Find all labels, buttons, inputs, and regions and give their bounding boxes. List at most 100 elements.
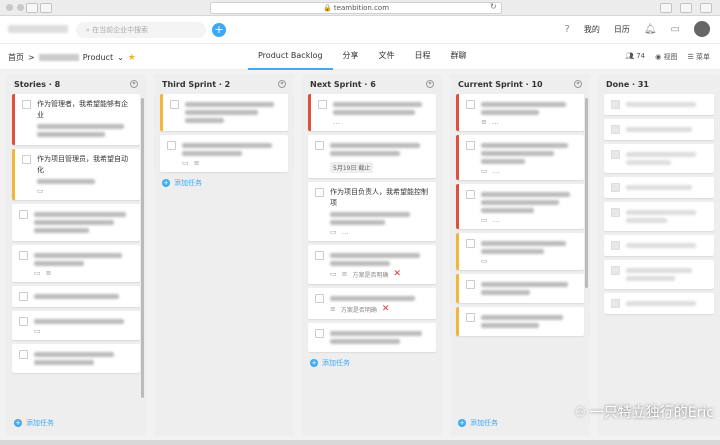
task-card[interactable]: ≡ 方案是否明确 ✕: [308, 288, 436, 319]
new-tab-button[interactable]: [700, 3, 712, 13]
tab-schedule[interactable]: 日程: [405, 44, 441, 70]
task-checkbox[interactable]: [19, 317, 28, 326]
task-card[interactable]: 作为管理者，我希望能够有企业: [12, 94, 140, 145]
task-card[interactable]: [604, 94, 714, 115]
breadcrumb-project[interactable]: Product: [83, 53, 113, 62]
task-checkbox[interactable]: [466, 280, 475, 289]
task-checkbox[interactable]: [466, 100, 475, 109]
help-icon[interactable]: ?: [565, 24, 570, 35]
task-checkbox[interactable]: [611, 266, 620, 275]
add-task-button[interactable]: + 添加任务: [14, 418, 54, 428]
task-card[interactable]: 作为项目负责人，我希望能控制项 ▭…: [308, 182, 436, 241]
task-checkbox[interactable]: [611, 299, 620, 308]
task-checkbox[interactable]: [466, 141, 475, 150]
tab-files[interactable]: 文件: [369, 44, 405, 70]
calendar-link[interactable]: 日历: [614, 24, 630, 35]
share-button[interactable]: [660, 3, 672, 13]
bell-icon[interactable]: 🔔︎: [644, 24, 657, 35]
task-checkbox[interactable]: [315, 294, 324, 303]
horizontal-scrollbar[interactable]: [0, 440, 720, 445]
add-task-button[interactable]: + 添加任务: [162, 178, 286, 188]
task-card[interactable]: ▭: [456, 233, 584, 270]
task-card[interactable]: 5月19日 截止: [308, 135, 436, 178]
task-checkbox[interactable]: [315, 329, 324, 338]
task-card[interactable]: ▭ ≡ 方案是否明确 ✕: [308, 245, 436, 284]
add-task-button[interactable]: + 添加任务: [458, 418, 498, 428]
menu-button[interactable]: ☰ 菜单: [687, 52, 710, 62]
task-checkbox[interactable]: [318, 100, 327, 109]
mine-link[interactable]: 我的: [584, 24, 600, 35]
task-checkbox[interactable]: [19, 292, 28, 301]
task-checkbox[interactable]: [466, 190, 475, 199]
star-icon[interactable]: ★: [128, 53, 136, 63]
column-menu-icon[interactable]: ▾: [574, 80, 582, 88]
task-card[interactable]: [604, 177, 714, 198]
task-card[interactable]: …: [308, 94, 436, 131]
task-card[interactable]: ▭ ≡: [160, 135, 288, 172]
task-card[interactable]: [160, 94, 288, 131]
search-input[interactable]: ⌕ 在当前企业中搜索: [76, 22, 206, 38]
task-checkbox[interactable]: [170, 100, 179, 109]
task-card[interactable]: [456, 274, 584, 303]
task-checkbox[interactable]: [167, 141, 176, 150]
chat-icon[interactable]: ▭: [671, 24, 680, 35]
task-card[interactable]: [456, 307, 584, 336]
tab-share[interactable]: 分享: [333, 44, 369, 70]
task-checkbox[interactable]: [315, 188, 324, 197]
task-card[interactable]: [604, 144, 714, 173]
back-button[interactable]: [26, 3, 38, 13]
task-card[interactable]: [12, 286, 140, 307]
tabs-button[interactable]: [680, 3, 692, 13]
task-card[interactable]: ▭…: [456, 135, 584, 180]
task-card[interactable]: [12, 344, 140, 373]
column-menu-icon[interactable]: ▾: [130, 80, 138, 88]
task-card[interactable]: ▭ ≡: [12, 245, 140, 282]
members-button[interactable]: 👥︎ 74: [625, 52, 645, 62]
task-card[interactable]: [604, 235, 714, 256]
avatar[interactable]: [694, 21, 710, 37]
task-card[interactable]: ▭: [12, 311, 140, 340]
task-checkbox[interactable]: [22, 155, 31, 164]
column-menu-icon[interactable]: ▾: [426, 80, 434, 88]
task-card[interactable]: [604, 293, 714, 314]
column-menu-icon[interactable]: ▾: [278, 80, 286, 88]
task-checkbox[interactable]: [466, 239, 475, 248]
task-checkbox[interactable]: [611, 241, 620, 250]
create-button[interactable]: +: [212, 23, 226, 37]
task-checkbox[interactable]: [19, 350, 28, 359]
task-card[interactable]: [604, 260, 714, 289]
add-task-button[interactable]: + 添加任务: [310, 358, 434, 368]
task-checkbox[interactable]: [611, 150, 620, 159]
sidebar-toggle-button[interactable]: [40, 3, 52, 13]
task-card[interactable]: [604, 202, 714, 231]
chevron-down-icon[interactable]: ⌄: [117, 53, 124, 62]
task-checkbox[interactable]: [611, 208, 620, 217]
task-checkbox[interactable]: [19, 251, 28, 260]
tab-group-chat[interactable]: 群聊: [441, 44, 477, 70]
task-checkbox[interactable]: [466, 313, 475, 322]
close-icon[interactable]: ✕: [382, 304, 390, 314]
task-card[interactable]: ▭…: [456, 184, 584, 229]
tab-product-backlog[interactable]: Product Backlog: [248, 44, 333, 70]
task-checkbox[interactable]: [611, 100, 620, 109]
breadcrumb-home[interactable]: 首页: [8, 52, 24, 63]
task-checkbox[interactable]: [315, 251, 324, 260]
app-logo[interactable]: [8, 25, 68, 33]
column-scrollbar[interactable]: [585, 98, 588, 288]
task-checkbox[interactable]: [19, 210, 28, 219]
task-checkbox[interactable]: [611, 125, 620, 134]
column-scrollbar[interactable]: [141, 98, 144, 398]
task-checkbox[interactable]: [315, 141, 324, 150]
task-card[interactable]: [308, 323, 436, 352]
view-button[interactable]: ◉ 视图: [655, 52, 677, 62]
address-bar[interactable]: 🔒 teambition.com: [210, 2, 502, 14]
task-card[interactable]: [604, 119, 714, 140]
task-card[interactable]: 作为项目管理员，我希望自动化 ▭: [12, 149, 140, 200]
task-checkbox[interactable]: [611, 183, 620, 192]
task-card[interactable]: [12, 204, 140, 241]
plus-icon: +: [162, 179, 170, 187]
task-card[interactable]: ≡…: [456, 94, 584, 131]
task-checkbox[interactable]: [22, 100, 31, 109]
close-icon[interactable]: ✕: [394, 269, 402, 279]
reload-icon[interactable]: ↻: [490, 2, 497, 11]
